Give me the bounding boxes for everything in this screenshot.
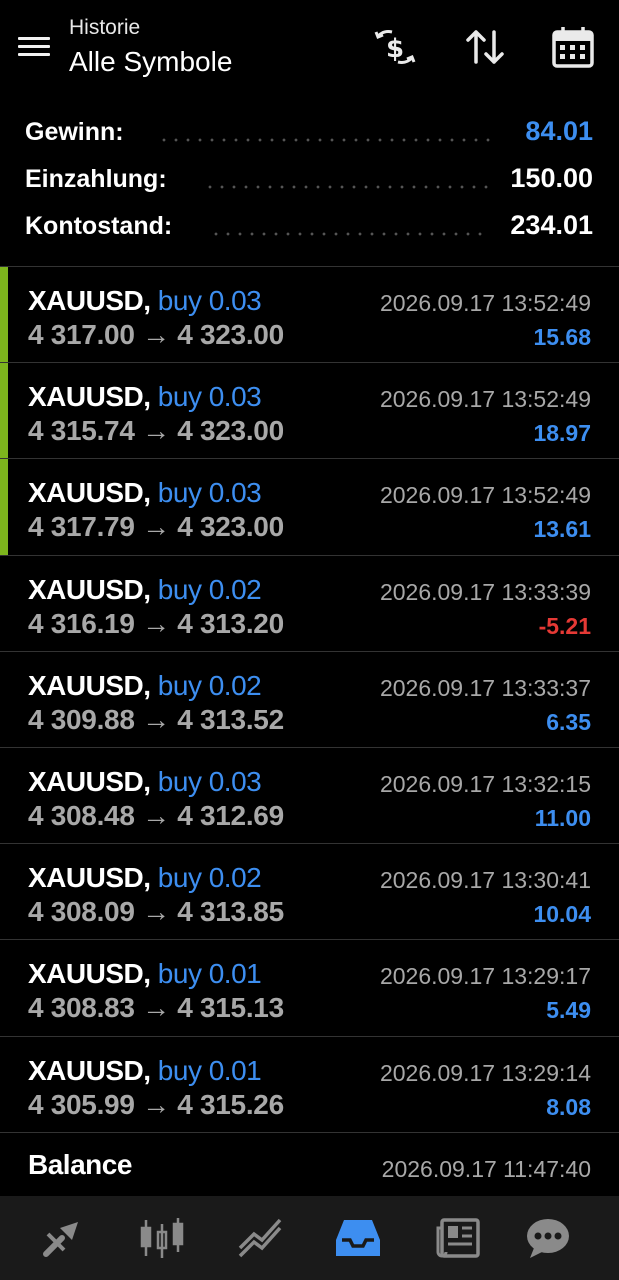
trade-time: 2026.09.17 13:33:37 bbox=[379, 674, 591, 701]
profit-label: Gewinn: bbox=[25, 118, 124, 146]
news-icon[interactable] bbox=[434, 1214, 482, 1262]
trade-row[interactable]: XAUUSD, buy 0.02 4 308.09 → 4 313.85 202… bbox=[0, 844, 619, 941]
dotted-leader bbox=[210, 232, 490, 236]
balance-row-label: Balance bbox=[28, 1148, 132, 1180]
trade-profit: 11.00 bbox=[534, 804, 591, 831]
trade-type: buy 0.03 bbox=[157, 285, 262, 316]
trade-row[interactable]: XAUUSD, buy 0.03 4 317.79 → 4 323.00 202… bbox=[0, 459, 619, 556]
trade-prices: 4 308.48 → 4 312.69 bbox=[28, 799, 284, 831]
trade-time: 2026.09.17 13:30:41 bbox=[379, 867, 591, 894]
trade-type: buy 0.02 bbox=[157, 573, 262, 605]
trade-prices: 4 309.88 → 4 313.52 bbox=[28, 703, 284, 735]
trade-prices: 4 316.19 → 4 313.20 bbox=[28, 607, 284, 639]
header-title[interactable]: Alle Symbole bbox=[69, 46, 232, 78]
balance-row[interactable]: Balance 2026.09.17 11:47:40 bbox=[0, 1132, 619, 1196]
trade-time: 2026.09.17 13:33:39 bbox=[379, 578, 591, 605]
trade-icon[interactable] bbox=[38, 1214, 86, 1262]
trade-row[interactable]: XAUUSD, buy 0.03 4 315.74 → 4 323.00 202… bbox=[0, 363, 619, 460]
trade-type: buy 0.02 bbox=[157, 862, 262, 894]
trade-time: 2026.09.17 13:29:17 bbox=[379, 963, 591, 990]
trade-row[interactable]: XAUUSD, buy 0.03 4 308.48 → 4 312.69 202… bbox=[0, 747, 619, 845]
trade-type: buy 0.03 bbox=[157, 765, 262, 797]
trade-prices: 4 317.79 → 4 323.00 bbox=[28, 511, 284, 543]
chart-candles-icon[interactable] bbox=[138, 1214, 186, 1262]
menu-icon[interactable] bbox=[18, 34, 50, 60]
trade-history-list[interactable]: XAUUSD, buy 0.03 4 317.00 → 4 323.00 202… bbox=[0, 266, 619, 1196]
history-inbox-icon[interactable] bbox=[334, 1214, 382, 1262]
trade-type: buy 0.03 bbox=[157, 381, 262, 413]
trade-prices: 4 317.00 → 4 323.00 bbox=[28, 319, 284, 350]
trade-prices: 4 315.74 → 4 323.00 bbox=[28, 415, 284, 447]
trade-type: buy 0.03 bbox=[157, 477, 262, 509]
profit-value: 84.01 bbox=[525, 116, 593, 146]
trade-profit: 10.04 bbox=[533, 901, 591, 928]
account-summary: Gewinn: 84.01 Einzahlung: 150.00 Kontost… bbox=[0, 108, 619, 249]
trade-profit: 13.61 bbox=[533, 516, 591, 543]
deposit-value: 150.00 bbox=[510, 163, 593, 193]
balance-label: Kontostand: bbox=[25, 212, 173, 240]
trade-symbol: XAUUSD, bbox=[28, 477, 151, 509]
trade-profit: 15.68 bbox=[533, 324, 591, 350]
trade-time: 2026.09.17 13:32:15 bbox=[379, 770, 591, 797]
dotted-leader bbox=[158, 138, 498, 142]
trade-profit: 8.08 bbox=[546, 1093, 591, 1120]
trade-row[interactable]: XAUUSD, buy 0.01 4 308.83 → 4 315.13 202… bbox=[0, 940, 619, 1037]
deposit-row: Einzahlung: 150.00 bbox=[0, 155, 619, 202]
dotted-leader bbox=[204, 185, 490, 189]
calendar-icon[interactable] bbox=[550, 24, 596, 70]
profit-row: Gewinn: 84.01 bbox=[0, 108, 619, 155]
trade-symbol: XAUUSD, bbox=[28, 669, 151, 701]
trend-icon[interactable] bbox=[236, 1214, 284, 1262]
trade-profit: 18.97 bbox=[533, 420, 591, 447]
trade-symbol: XAUUSD, bbox=[28, 1054, 151, 1086]
deposit-label: Einzahlung: bbox=[25, 165, 167, 193]
trade-time: 2026.09.17 13:52:49 bbox=[379, 290, 591, 316]
trade-time: 2026.09.17 13:52:49 bbox=[379, 386, 591, 413]
trade-prices: 4 305.99 → 4 315.26 bbox=[28, 1088, 284, 1120]
trade-profit: 6.35 bbox=[546, 708, 591, 735]
trade-row[interactable]: XAUUSD, buy 0.02 4 316.19 → 4 313.20 202… bbox=[0, 555, 619, 652]
bottom-navigation bbox=[0, 1196, 619, 1280]
trade-symbol: XAUUSD, bbox=[28, 381, 151, 413]
header-subtitle: Historie bbox=[69, 16, 141, 39]
trade-prices: 4 308.83 → 4 315.13 bbox=[28, 992, 284, 1024]
trade-time: 2026.09.17 13:29:14 bbox=[379, 1059, 591, 1086]
trade-type: buy 0.01 bbox=[157, 1054, 262, 1086]
balance-row-time: 2026.09.17 11:47:40 bbox=[381, 1155, 591, 1182]
app-header: Historie Alle Symbole $ bbox=[0, 0, 619, 100]
trade-row[interactable]: XAUUSD, buy 0.03 4 317.00 → 4 323.00 202… bbox=[0, 267, 619, 364]
trade-symbol: XAUUSD, bbox=[28, 285, 151, 316]
trade-symbol: XAUUSD, bbox=[28, 573, 151, 605]
balance-value: 234.01 bbox=[510, 210, 593, 240]
trade-type: buy 0.01 bbox=[157, 958, 262, 990]
trade-row[interactable]: XAUUSD, buy 0.02 4 309.88 → 4 313.52 202… bbox=[0, 651, 619, 748]
currency-exchange-icon[interactable]: $ bbox=[372, 24, 418, 70]
sort-icon[interactable] bbox=[462, 24, 508, 70]
chat-icon[interactable] bbox=[524, 1214, 572, 1262]
trade-symbol: XAUUSD, bbox=[28, 765, 151, 797]
trade-type: buy 0.02 bbox=[157, 669, 262, 701]
trade-profit: 5.49 bbox=[546, 997, 591, 1024]
balance-summary-row: Kontostand: 234.01 bbox=[0, 202, 619, 249]
trade-row[interactable]: XAUUSD, buy 0.01 4 305.99 → 4 315.26 202… bbox=[0, 1036, 619, 1133]
trade-profit: -5.21 bbox=[538, 612, 591, 639]
trade-time: 2026.09.17 13:52:49 bbox=[379, 482, 591, 509]
trade-symbol: XAUUSD, bbox=[28, 958, 151, 990]
trade-prices: 4 308.09 → 4 313.85 bbox=[28, 896, 284, 928]
trade-symbol: XAUUSD, bbox=[28, 862, 151, 894]
svg-text:$: $ bbox=[386, 34, 404, 64]
